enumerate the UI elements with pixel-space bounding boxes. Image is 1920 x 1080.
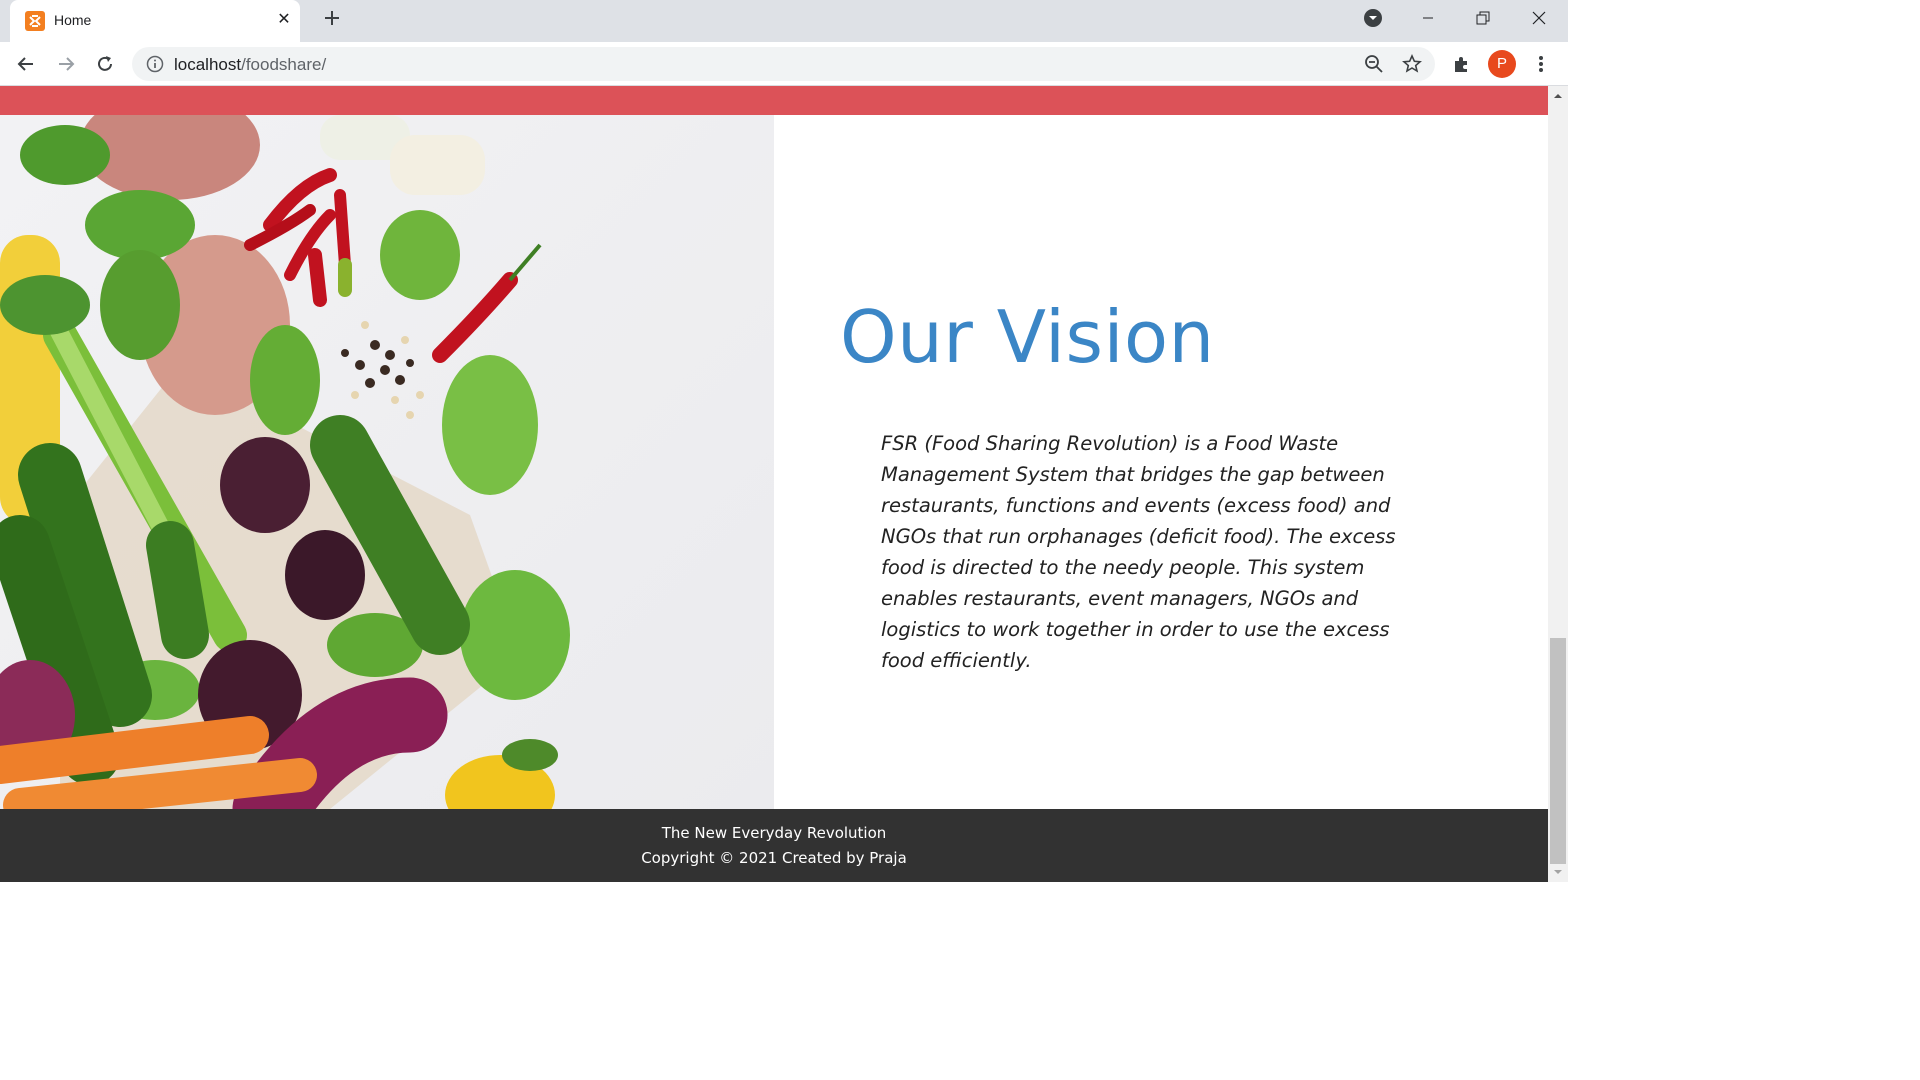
tab-strip: Home ✕ (0, 0, 1568, 42)
url-host: localhost (174, 55, 242, 74)
tab-search-icon[interactable] (1350, 0, 1396, 36)
tab-home[interactable]: Home ✕ (10, 0, 300, 42)
scroll-up-arrow-icon[interactable] (1548, 86, 1568, 106)
profile-avatar[interactable]: P (1488, 50, 1516, 78)
info-icon[interactable] (146, 55, 164, 78)
scroll-down-arrow-icon[interactable] (1548, 862, 1568, 882)
reload-icon[interactable] (91, 50, 119, 78)
menu-dots-icon[interactable] (1527, 50, 1555, 78)
tab-title: Home (54, 12, 92, 28)
star-icon[interactable] (1402, 54, 1422, 79)
xampp-icon (25, 11, 45, 31)
back-arrow-icon[interactable] (12, 50, 40, 78)
vegetables-image (0, 115, 774, 809)
footer-copyright: Copyright © 2021 Created by Praja (641, 849, 907, 867)
window-close-icon[interactable] (1516, 0, 1562, 36)
footer-tagline: The New Everyday Revolution (661, 824, 887, 842)
extensions-icon[interactable] (1448, 50, 1476, 78)
zoom-icon[interactable] (1364, 54, 1384, 79)
browser-toolbar: localhost/foodshare/ P (0, 42, 1568, 86)
close-icon[interactable]: ✕ (274, 10, 294, 30)
url-path: /foodshare/ (241, 55, 327, 74)
minimize-icon[interactable] (1405, 0, 1451, 36)
vision-title: Our Vision (840, 295, 1215, 379)
header-band (0, 86, 1548, 115)
url-text[interactable]: localhost/foodshare/ (174, 55, 326, 75)
forward-arrow-icon[interactable] (52, 50, 80, 78)
page-footer: The New Everyday Revolution Copyright © … (0, 809, 1548, 882)
new-tab-icon[interactable] (320, 8, 344, 32)
vision-description: FSR (Food Sharing Revolution) is a Food … (881, 432, 1396, 672)
vertical-scrollbar[interactable] (1548, 86, 1568, 882)
page-viewport: Our Vision FSR (Food Sharing Revolution)… (0, 86, 1548, 882)
restore-icon[interactable] (1460, 0, 1506, 36)
vision-section: Our Vision FSR (Food Sharing Revolution)… (774, 115, 1548, 809)
address-bar[interactable]: localhost/foodshare/ (132, 47, 1435, 81)
scrollbar-thumb[interactable] (1550, 638, 1566, 864)
